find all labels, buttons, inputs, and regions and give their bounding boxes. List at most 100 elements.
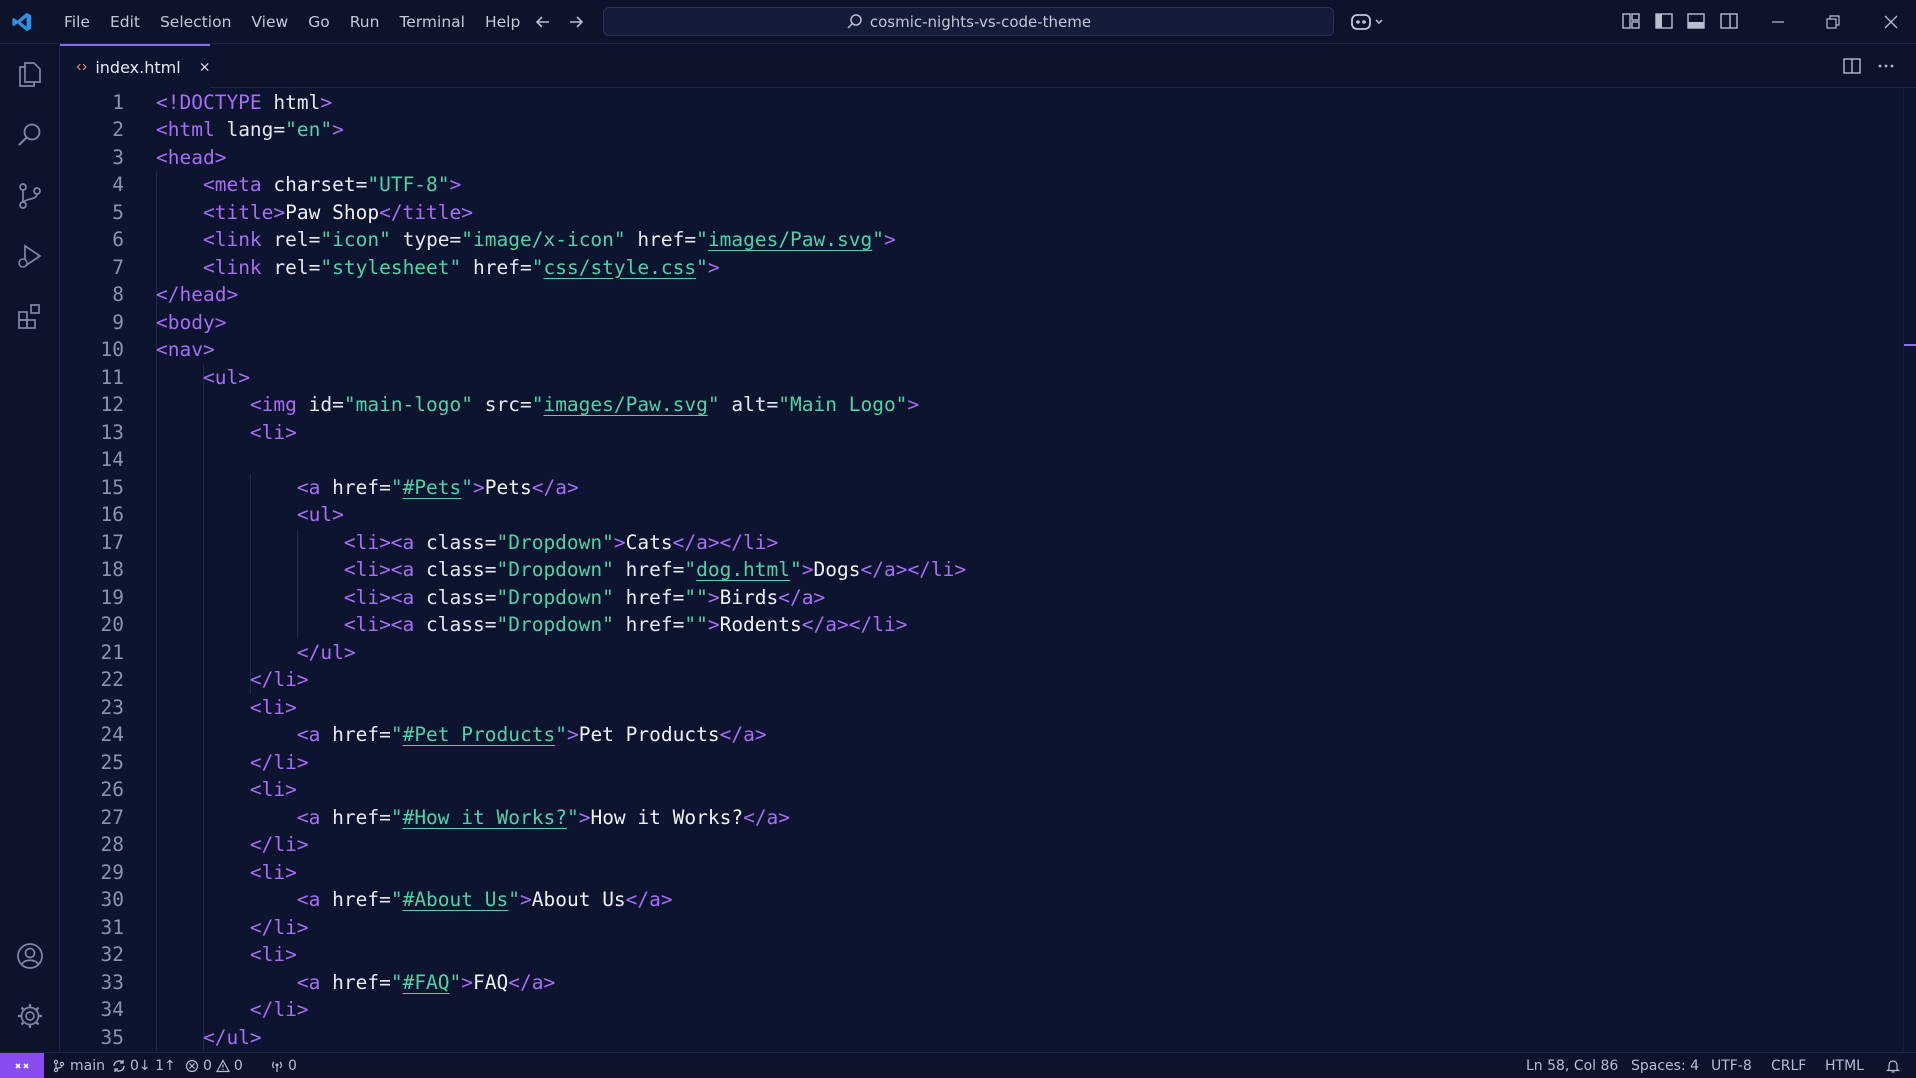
notifications-button[interactable] bbox=[1885, 1053, 1901, 1078]
remote-icon bbox=[15, 1063, 29, 1069]
menu-file[interactable]: File bbox=[54, 0, 100, 44]
code-token-str: "UTF-8" bbox=[367, 173, 450, 196]
menu-go[interactable]: Go bbox=[298, 0, 340, 44]
toggle-panel-icon[interactable] bbox=[1686, 11, 1706, 31]
more-actions-icon[interactable] bbox=[1876, 56, 1896, 76]
line-number: 17 bbox=[100, 530, 124, 554]
code-token-str: "Dropdown" bbox=[496, 530, 614, 554]
code-line[interactable]: 12 <img id="main-logo" src="images/Paw.s… bbox=[60, 391, 1860, 419]
code-line[interactable]: 28 </li> bbox=[60, 831, 1860, 859]
code-token-link[interactable]: #Pet Products bbox=[403, 723, 556, 746]
indentation-status[interactable]: Spaces: 4 bbox=[1631, 1053, 1699, 1078]
line-number: 26 bbox=[100, 778, 124, 801]
menu-run[interactable]: Run bbox=[340, 0, 390, 44]
code-line[interactable]: 1 <!DOCTYPE html> bbox=[60, 89, 1860, 117]
code-line[interactable]: 14 bbox=[60, 446, 1860, 474]
toggle-secondary-sidebar-icon[interactable] bbox=[1719, 11, 1739, 31]
code-line[interactable]: 18 <li><a class="Dropdown" href="dog.htm… bbox=[60, 556, 1860, 584]
code-line[interactable]: 7 <link rel="stylesheet" href="css/style… bbox=[60, 254, 1860, 282]
code-token-str: "en" bbox=[285, 118, 333, 141]
code-line[interactable]: 33 <a href="#FAQ">FAQ</a> bbox=[60, 969, 1860, 997]
scrollbar-position-marker[interactable] bbox=[1904, 344, 1916, 346]
remote-indicator-button[interactable] bbox=[0, 1053, 44, 1078]
code-line[interactable]: 4 <meta charset="UTF-8"> bbox=[60, 171, 1860, 199]
code-line[interactable]: 2 <html lang="en"> bbox=[60, 116, 1860, 144]
run-and-debug-icon[interactable] bbox=[14, 240, 46, 272]
code-token-link[interactable]: #FAQ bbox=[403, 971, 450, 994]
menu-selection[interactable]: Selection bbox=[150, 0, 241, 44]
encoding-status[interactable]: UTF-8 bbox=[1711, 1053, 1752, 1078]
code-line[interactable]: 23 <li> bbox=[60, 694, 1860, 722]
sync-status[interactable]: 0↓ 1↑ bbox=[112, 1053, 176, 1078]
menu-view[interactable]: View bbox=[241, 0, 298, 44]
code-line[interactable]: 34 </li> bbox=[60, 996, 1860, 1024]
minimize-button[interactable] bbox=[1755, 7, 1801, 37]
code-line[interactable]: 20 <li><a class="Dropdown" href="">Roden… bbox=[60, 611, 1860, 639]
close-window-button[interactable] bbox=[1868, 7, 1914, 37]
code-line[interactable]: 32 <li> bbox=[60, 941, 1860, 969]
code-line[interactable]: 13 <li> bbox=[60, 419, 1860, 447]
close-icon[interactable] bbox=[199, 59, 210, 75]
command-center-search[interactable]: cosmic-nights-vs-code-theme bbox=[603, 7, 1334, 36]
eol-status[interactable]: CRLF bbox=[1771, 1053, 1806, 1078]
gear-icon[interactable] bbox=[14, 1000, 46, 1032]
code-line[interactable]: 15 <a href="#Pets">Pets</a> bbox=[60, 474, 1860, 502]
line-number: 3 bbox=[112, 145, 124, 169]
split-editor-icon[interactable] bbox=[1842, 56, 1862, 76]
line-number: 16 bbox=[100, 503, 124, 526]
cursor-position[interactable]: Ln 58, Col 86 bbox=[1526, 1053, 1618, 1078]
code-line[interactable]: 31 </li> bbox=[60, 914, 1860, 942]
code-line[interactable]: 22 </li> bbox=[60, 666, 1860, 694]
code-token-link[interactable]: #How it Works? bbox=[403, 806, 567, 829]
code-line[interactable]: 24 <a href="#Pet Products">Pet Products<… bbox=[60, 721, 1860, 749]
code-token-link[interactable]: #Pets bbox=[403, 476, 462, 499]
menu-edit[interactable]: Edit bbox=[100, 0, 150, 44]
customize-layout-icon[interactable] bbox=[1621, 11, 1641, 31]
code-line[interactable]: 8 </head> bbox=[60, 281, 1860, 309]
code-token-link[interactable]: css/style.css bbox=[543, 256, 696, 279]
code-token-tag: > bbox=[320, 90, 333, 114]
code-line[interactable]: 6 <link rel="icon" type="image/x-icon" h… bbox=[60, 226, 1860, 254]
scrollbar-track[interactable] bbox=[1903, 88, 1904, 1052]
code-line[interactable]: 16 <ul> bbox=[60, 501, 1860, 529]
problems-status[interactable]: 0 0 bbox=[185, 1053, 243, 1078]
code-line[interactable]: 30 <a href="#About Us">About Us</a> bbox=[60, 886, 1860, 914]
code-line[interactable]: 35 </ul> bbox=[60, 1024, 1860, 1052]
code-line[interactable]: 17 <li><a class="Dropdown">Cats</a></li> bbox=[60, 529, 1860, 557]
code-token-link[interactable]: images/Paw.svg bbox=[543, 393, 707, 416]
code-line[interactable]: 5 <title>Paw Shop</title> bbox=[60, 199, 1860, 227]
explorer-files-icon[interactable] bbox=[14, 58, 46, 90]
code-line[interactable]: 3 <head> bbox=[60, 144, 1860, 172]
code-line[interactable]: 26 <li> bbox=[60, 776, 1860, 804]
source-control-icon[interactable] bbox=[14, 180, 46, 212]
code-editor[interactable]: 1 <!DOCTYPE html> 2 <html lang="en"> 3 <head>… bbox=[60, 88, 1916, 1052]
code-line[interactable]: 21 </ul> bbox=[60, 639, 1860, 667]
branch-status[interactable]: main bbox=[52, 1053, 105, 1078]
menu-terminal[interactable]: Terminal bbox=[389, 0, 475, 44]
tab-index-html[interactable]: index.html bbox=[60, 44, 210, 88]
forward-arrow-icon[interactable] bbox=[565, 11, 587, 33]
search-icon[interactable] bbox=[14, 120, 46, 152]
restore-button[interactable] bbox=[1810, 7, 1856, 37]
extensions-icon[interactable] bbox=[14, 300, 46, 332]
menu-help[interactable]: Help bbox=[475, 0, 530, 44]
code-line[interactable]: 25 </li> bbox=[60, 749, 1860, 777]
code-line[interactable]: 11 <ul> bbox=[60, 364, 1860, 392]
toggle-primary-sidebar-icon[interactable] bbox=[1654, 11, 1674, 31]
accounts-icon[interactable] bbox=[14, 940, 46, 972]
copilot-icon[interactable] bbox=[1349, 10, 1389, 34]
language-mode[interactable]: HTML bbox=[1825, 1053, 1864, 1078]
code-token-link[interactable]: #About Us bbox=[403, 888, 509, 911]
back-arrow-icon[interactable] bbox=[532, 11, 554, 33]
code-token-link[interactable]: images/Paw.svg bbox=[708, 228, 872, 251]
code-line[interactable]: 19 <li><a class="Dropdown" href="">Birds… bbox=[60, 584, 1860, 612]
code-line[interactable]: 29 <li> bbox=[60, 859, 1860, 887]
code-token-str: "image/x-icon" bbox=[461, 228, 626, 251]
ports-status[interactable]: 0 bbox=[270, 1053, 297, 1078]
code-line[interactable]: 27 <a href="#How it Works?">How it Works… bbox=[60, 804, 1860, 832]
code-token-link[interactable]: dog.html bbox=[696, 558, 790, 581]
code-line[interactable]: 10 <nav> bbox=[60, 336, 1860, 364]
code-line[interactable]: 9 <body> bbox=[60, 309, 1860, 337]
